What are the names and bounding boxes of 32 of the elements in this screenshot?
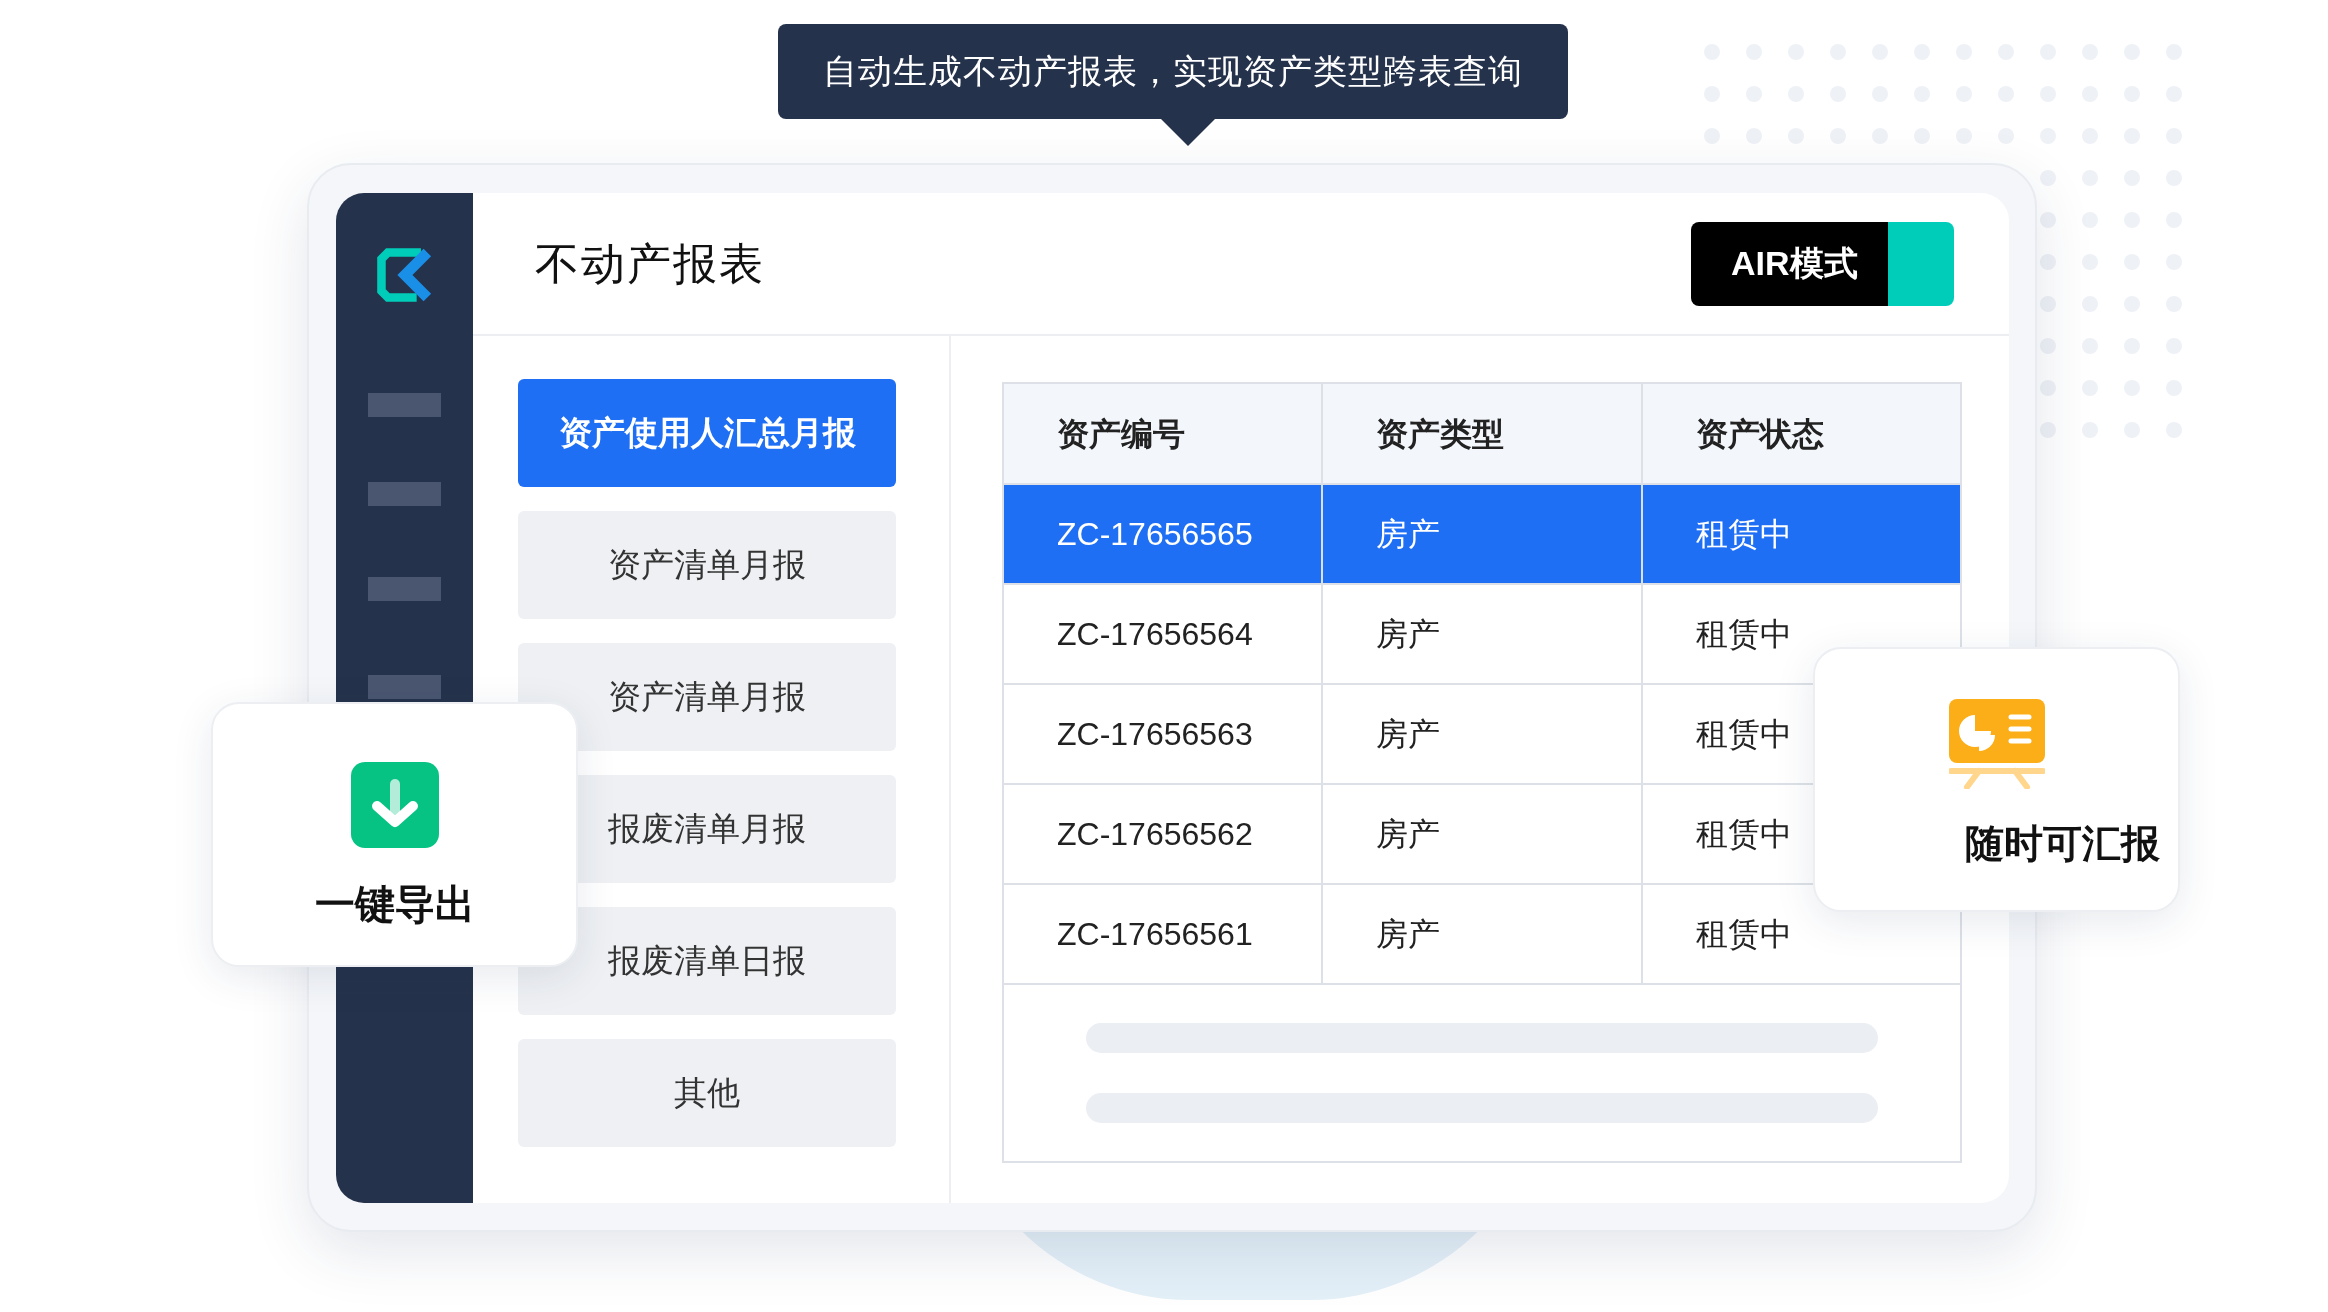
- export-label[interactable]: 一键导出: [314, 874, 475, 934]
- report-menu-item[interactable]: 报废清单日报: [518, 907, 896, 1015]
- report-label[interactable]: 随时可汇报: [1965, 815, 2160, 874]
- table-row[interactable]: ZC-17656561 房产 租赁中: [1004, 885, 1960, 985]
- table-cell: 房产: [1321, 885, 1641, 983]
- table-cell-text: ZC-17656565: [1056, 515, 1254, 554]
- table-cell: 房产: [1321, 585, 1641, 683]
- table-cell-text: ZC-17656562: [1056, 815, 1254, 854]
- table-cell: 房产: [1321, 685, 1641, 783]
- table-cell-text: ZC-17656561: [1056, 915, 1254, 954]
- table-cell: 房产: [1321, 485, 1641, 583]
- report-menu-item[interactable]: 其他: [518, 1039, 896, 1147]
- sidebar-item[interactable]: [368, 577, 441, 601]
- column-header: 资产类型: [1321, 384, 1641, 483]
- column-header: 资产编号: [1056, 414, 1186, 454]
- sidebar-item[interactable]: [368, 675, 441, 699]
- table-cell-text: ZC-17656564: [1056, 615, 1254, 654]
- table-cell: 租赁中: [1640, 485, 1960, 583]
- report-menu-item[interactable]: 资产使用人汇总月报: [518, 379, 896, 487]
- table-cell: 房产: [1321, 785, 1641, 883]
- table-row[interactable]: ZC-17656565 房产 租赁中: [1004, 485, 1960, 585]
- download-icon: [350, 762, 439, 848]
- presentation-board-icon: [1948, 699, 2045, 789]
- page-title: 不动产报表: [535, 237, 765, 290]
- column-header: 资产状态: [1640, 384, 1960, 483]
- mode-button[interactable]: AIR模式: [1691, 221, 1954, 306]
- table-cell-text: ZC-17656563: [1056, 715, 1254, 754]
- sidebar-item[interactable]: [368, 393, 441, 417]
- sidebar-item[interactable]: [368, 482, 441, 506]
- report-menu-item[interactable]: 资产清单月报: [518, 643, 896, 751]
- tooltip-text: 自动生成不动产报表，实现资产类型跨表查询: [823, 51, 1523, 92]
- report-menu-item[interactable]: 资产清单月报: [518, 511, 896, 619]
